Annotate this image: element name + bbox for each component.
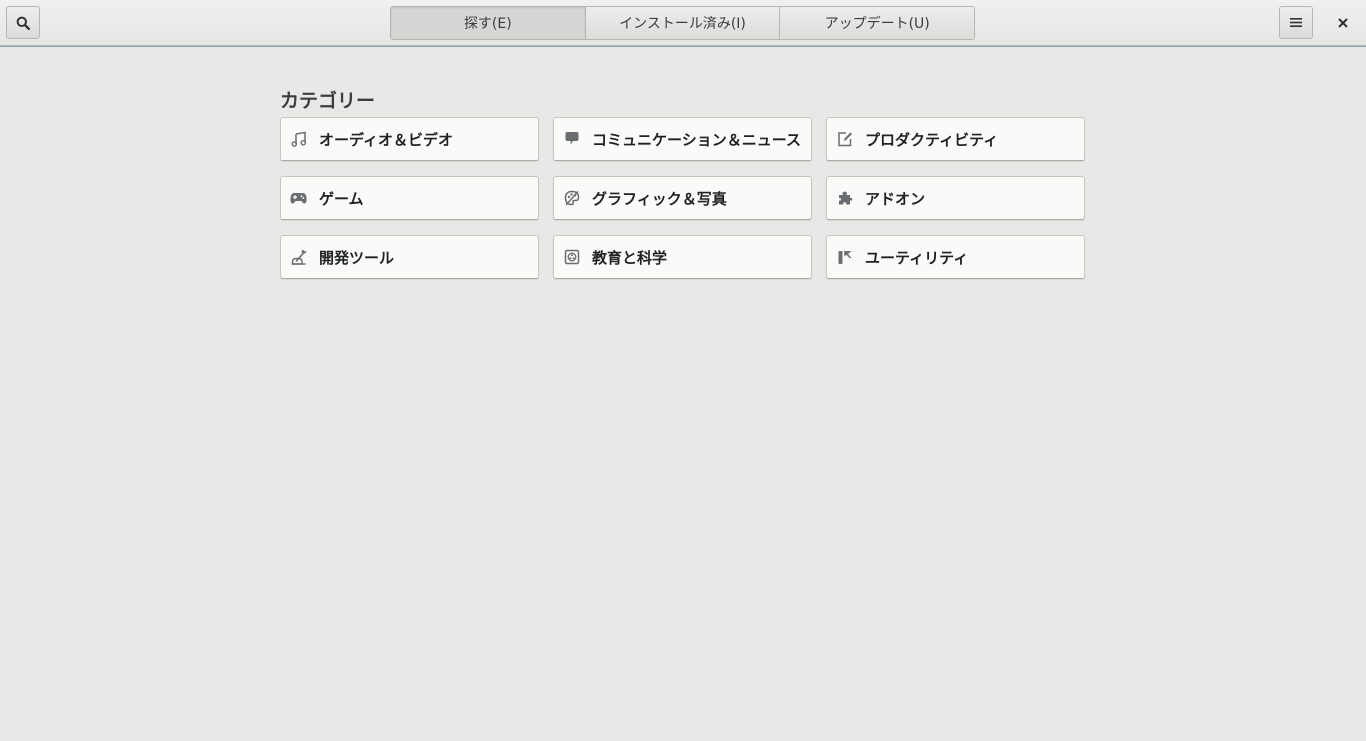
science-icon (563, 249, 580, 266)
menu-button[interactable] (1279, 6, 1313, 39)
category-label: オーディオ＆ビデオ (319, 130, 453, 149)
chat-bubble-icon (563, 131, 580, 148)
category-productivity[interactable]: プロダクティビティ (826, 117, 1085, 161)
category-label: 開発ツール (319, 248, 395, 267)
gamepad-icon (290, 190, 307, 207)
close-button[interactable] (1326, 6, 1360, 39)
category-label: ユーティリティ (865, 248, 969, 267)
category-utilities[interactable]: ユーティリティ (826, 235, 1085, 279)
categories-heading: カテゴリー (280, 90, 376, 112)
view-switcher: 探す(E) インストール済み(I) アップデート(U) (390, 6, 975, 40)
category-label: グラフィック＆写真 (592, 189, 727, 208)
utilities-icon (836, 249, 853, 266)
category-label: ゲーム (319, 189, 364, 208)
category-grid: オーディオ＆ビデオ コミュニケーション＆ニュース プロダクティビティ ゲーム グ… (280, 117, 1085, 279)
puzzle-piece-icon (836, 190, 853, 207)
tab-updates[interactable]: アップデート(U) (779, 7, 974, 39)
search-button[interactable] (6, 6, 40, 39)
category-developer-tools[interactable]: 開発ツール (280, 235, 539, 279)
tab-installed[interactable]: インストール済み(I) (584, 7, 780, 39)
category-education-science[interactable]: 教育と科学 (553, 235, 812, 279)
category-communication-news[interactable]: コミュニケーション＆ニュース (553, 117, 812, 161)
header-bar: 探す(E) インストール済み(I) アップデート(U) (0, 0, 1366, 46)
hamburger-menu-icon (1290, 17, 1302, 28)
developer-tools-icon (290, 249, 307, 266)
category-label: コミュニケーション＆ニュース (592, 130, 801, 149)
category-graphics-photography[interactable]: グラフィック＆写真 (553, 176, 812, 220)
close-icon (1338, 17, 1348, 28)
tab-explore[interactable]: 探す(E) (391, 7, 585, 39)
music-note-icon (290, 131, 307, 148)
category-audio-video[interactable]: オーディオ＆ビデオ (280, 117, 539, 161)
category-label: アドオン (865, 189, 926, 208)
palette-icon (563, 190, 580, 207)
category-games[interactable]: ゲーム (280, 176, 539, 220)
edit-document-icon (836, 131, 853, 148)
search-icon (16, 16, 30, 30)
category-label: プロダクティビティ (865, 130, 999, 149)
category-addons[interactable]: アドオン (826, 176, 1085, 220)
category-label: 教育と科学 (592, 248, 668, 267)
